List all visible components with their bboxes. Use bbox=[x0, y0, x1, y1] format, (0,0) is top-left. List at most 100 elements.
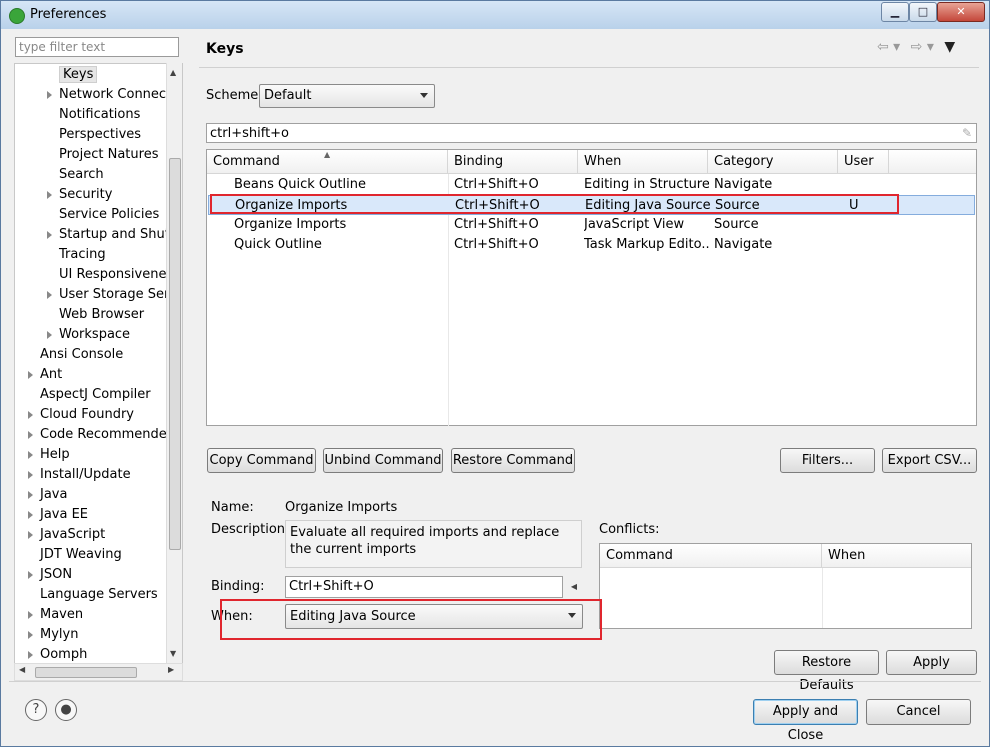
description-text: Evaluate all required imports and replac… bbox=[285, 520, 582, 568]
tree-item[interactable]: Cloud Foundry bbox=[28, 405, 134, 425]
tree-item[interactable]: Ant bbox=[28, 365, 62, 385]
close-button[interactable]: ✕ bbox=[937, 2, 985, 22]
expand-arrow-icon[interactable] bbox=[47, 231, 52, 239]
back-icon[interactable]: ⇦ ▾ bbox=[877, 39, 900, 55]
maximize-button[interactable]: □ bbox=[909, 2, 937, 22]
help-icon[interactable]: ? bbox=[25, 699, 47, 721]
restore-defaults-button[interactable]: Restore Defaults bbox=[774, 650, 879, 693]
expand-arrow-icon[interactable] bbox=[28, 371, 33, 379]
tree-item-label: Web Browser bbox=[59, 307, 145, 322]
table-row[interactable]: Beans Quick Outline Ctrl+Shift+O Editing i… bbox=[208, 175, 975, 195]
tree-item[interactable]: UI Responsiveness bbox=[59, 265, 180, 285]
tree-item[interactable]: Ansi Console bbox=[40, 345, 123, 365]
tree-item[interactable]: Install/Update bbox=[28, 465, 131, 485]
scroll-left-icon[interactable]: ◀ bbox=[19, 665, 25, 674]
scroll-thumb[interactable] bbox=[169, 158, 181, 550]
tree-item[interactable]: Perspectives bbox=[59, 125, 141, 145]
tree-item[interactable]: Notifications bbox=[59, 105, 140, 125]
expand-arrow-icon[interactable] bbox=[47, 331, 52, 339]
tree-item-label: JDT Weaving bbox=[40, 547, 122, 562]
tree-vertical-scrollbar[interactable]: ▲ ▼ bbox=[166, 63, 182, 663]
expand-arrow-icon[interactable] bbox=[47, 191, 52, 199]
tree-item[interactable]: Code Recommenders bbox=[28, 425, 179, 445]
scroll-right-icon[interactable]: ▶ bbox=[168, 665, 174, 674]
tree-item[interactable]: Startup and Shutd bbox=[47, 225, 178, 245]
tree-item-label: JavaScript bbox=[40, 527, 106, 542]
tree-item[interactable]: Project Natures bbox=[59, 145, 158, 165]
table-row[interactable]: Quick Outline Ctrl+Shift+O Task Markup Edi… bbox=[208, 235, 975, 255]
minimize-button[interactable]: ▁ bbox=[881, 2, 909, 22]
tree-item[interactable]: JDT Weaving bbox=[40, 545, 122, 565]
table-cell: Ctrl+Shift+O bbox=[454, 217, 539, 232]
expand-arrow-icon[interactable] bbox=[28, 531, 33, 539]
tree-item-label: Tracing bbox=[59, 247, 106, 262]
tree-item[interactable]: Oomph bbox=[28, 645, 87, 664]
tree-item[interactable]: Mylyn bbox=[28, 625, 78, 645]
table-row[interactable]: Organize Imports Ctrl+Shift+O JavaScript V… bbox=[208, 215, 975, 235]
expand-arrow-icon[interactable] bbox=[28, 431, 33, 439]
export-csv-button[interactable]: Export CSV... bbox=[882, 448, 977, 473]
column-header-category[interactable]: Category bbox=[708, 150, 838, 174]
table-cell: Navigate bbox=[714, 237, 773, 252]
expand-arrow-icon[interactable] bbox=[28, 511, 33, 519]
table-cell: Source bbox=[714, 217, 759, 232]
column-header-when[interactable]: When bbox=[578, 150, 708, 174]
expand-arrow-icon[interactable] bbox=[28, 491, 33, 499]
tree-item[interactable]: Keys bbox=[59, 65, 98, 85]
tree-item[interactable]: Security bbox=[47, 185, 112, 205]
unbind-command-button[interactable]: Unbind Command bbox=[323, 448, 443, 473]
tree-item[interactable]: JSON bbox=[28, 565, 72, 585]
copy-command-button[interactable]: Copy Command bbox=[207, 448, 316, 473]
column-header-command[interactable]: Command ▲ bbox=[207, 150, 448, 174]
clear-search-icon[interactable]: ✎ bbox=[962, 124, 972, 143]
expand-arrow-icon[interactable] bbox=[28, 611, 33, 619]
conflicts-header-command[interactable]: Command bbox=[600, 544, 822, 568]
expand-arrow-icon[interactable] bbox=[28, 631, 33, 639]
tree-item[interactable]: Workspace bbox=[47, 325, 130, 345]
expand-arrow-icon[interactable] bbox=[47, 91, 52, 99]
tree-item[interactable]: Web Browser bbox=[59, 305, 144, 325]
filter-input[interactable]: type filter text bbox=[15, 37, 179, 57]
expand-arrow-icon[interactable] bbox=[28, 651, 33, 659]
tree-item-label: Service Policies bbox=[59, 207, 160, 222]
expand-arrow-icon[interactable] bbox=[28, 471, 33, 479]
tree-item[interactable]: Language Servers bbox=[40, 585, 158, 605]
restore-command-button[interactable]: Restore Command bbox=[451, 448, 575, 473]
scheme-select[interactable]: Default bbox=[259, 84, 435, 108]
expand-arrow-icon[interactable] bbox=[28, 411, 33, 419]
scroll-down-icon[interactable]: ▼ bbox=[170, 649, 176, 658]
tree-item-label: Search bbox=[59, 167, 104, 182]
tree-item[interactable]: Maven bbox=[28, 605, 83, 625]
h-scroll-thumb[interactable] bbox=[35, 667, 137, 678]
apply-button[interactable]: Apply bbox=[886, 650, 977, 675]
tree-item[interactable]: AspectJ Compiler bbox=[40, 385, 151, 405]
tree-item[interactable]: Java EE bbox=[28, 505, 88, 525]
tree-item[interactable]: Tracing bbox=[59, 245, 106, 265]
scroll-up-icon[interactable]: ▲ bbox=[170, 68, 176, 77]
expand-arrow-icon[interactable] bbox=[28, 571, 33, 579]
tree-item[interactable]: Search bbox=[59, 165, 104, 185]
tree-item[interactable]: User Storage Serv bbox=[47, 285, 177, 305]
cancel-button[interactable]: Cancel bbox=[866, 699, 971, 725]
binding-input[interactable]: Ctrl+Shift+O bbox=[285, 576, 563, 598]
import-export-icon[interactable]: ● bbox=[55, 699, 77, 721]
tree-horizontal-scrollbar[interactable]: ◀ ▶ bbox=[14, 663, 183, 681]
tree-item[interactable]: Service Policies bbox=[59, 205, 159, 225]
expand-arrow-icon[interactable] bbox=[47, 291, 52, 299]
apply-and-close-button[interactable]: Apply and Close bbox=[753, 699, 858, 743]
filters-button[interactable]: Filters... bbox=[780, 448, 875, 473]
column-header-binding[interactable]: Binding bbox=[448, 150, 578, 174]
tree-item[interactable]: Network Connecti bbox=[47, 85, 175, 105]
expand-arrow-icon[interactable] bbox=[28, 451, 33, 459]
sort-ascending-icon: ▲ bbox=[324, 150, 331, 159]
forward-icon[interactable]: ⇨ ▾ bbox=[911, 39, 934, 55]
column-header-user[interactable]: User bbox=[838, 150, 889, 174]
tree-item[interactable]: Help bbox=[28, 445, 70, 465]
table-cell: JavaScript View bbox=[584, 217, 685, 232]
binding-menu-icon[interactable]: ◀ bbox=[565, 576, 583, 598]
view-menu-icon[interactable]: ▼ bbox=[944, 39, 955, 55]
tree-item[interactable]: Java bbox=[28, 485, 67, 505]
tree-item[interactable]: JavaScript bbox=[28, 525, 106, 545]
keys-search-input[interactable]: ctrl+shift+o ✎ bbox=[206, 123, 977, 143]
conflicts-header-when[interactable]: When bbox=[822, 544, 971, 568]
